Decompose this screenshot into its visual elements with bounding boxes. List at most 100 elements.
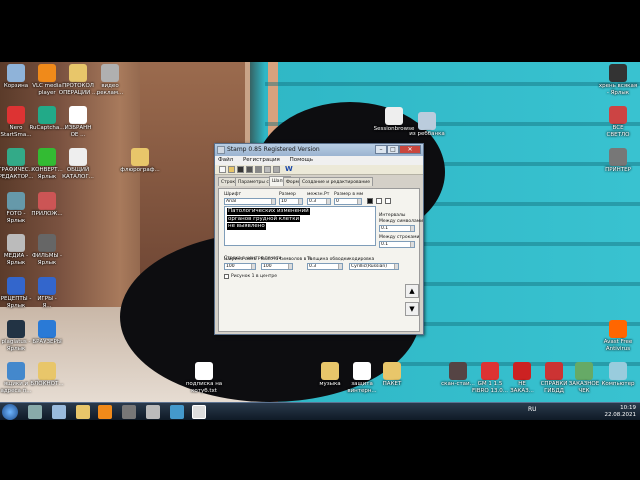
text-lines-box[interactable]: Патологических изменений органов грудной…	[224, 206, 376, 246]
language-indicator[interactable]: RU	[528, 406, 537, 413]
globe-icon	[38, 320, 56, 338]
char-width-label: Ширина симв.	[224, 257, 258, 262]
desktop-shortcut[interactable]: подписка на котуб.txt	[182, 362, 226, 395]
size-stepper[interactable]: 10	[279, 198, 303, 205]
taskbar-app-icon[interactable]	[146, 405, 160, 419]
maximize-button[interactable]: □	[387, 145, 399, 154]
desktop-shortcut[interactable]: Avast Free Antivirus	[596, 320, 640, 353]
between-lines-stepper[interactable]: 0.1	[379, 241, 415, 248]
desktop-shortcut[interactable]: ПАКЕТ	[370, 362, 414, 388]
app-icon	[217, 146, 225, 154]
minimize-button[interactable]: –	[375, 145, 387, 154]
save-icon[interactable]	[237, 166, 244, 173]
desktop-shortcut-label: подписка на котуб.txt	[185, 381, 223, 394]
text-line-1: Патологических изменений	[227, 208, 310, 215]
tab-strip: Строка Параметры строк Шапка Форма Созда…	[215, 176, 423, 186]
desktop-shortcut-label: ВСЕ СВЕТЛО	[606, 125, 630, 138]
text-icon	[7, 320, 25, 338]
folder-icon	[383, 362, 401, 380]
taskbar-app-icon[interactable]	[28, 405, 42, 419]
tab-create-edit[interactable]: Создание и редактирование	[299, 177, 373, 186]
taskbar-app-icon[interactable]	[170, 405, 184, 419]
between-chars-value: 0.1	[381, 226, 389, 231]
desktop-shortcut[interactable]: хрень всякая - Ярлык	[596, 64, 640, 97]
window-title: Stamp 0.85 Registered Version	[227, 146, 320, 153]
desktop-shortcut[interactable]: ОБЩИЙ КАТАЛОГ...	[56, 148, 100, 181]
between-lines-label: Между строками	[379, 235, 420, 240]
desktop-shortcut[interactable]: ЗАКАЗНОЕ ЧЕК	[562, 362, 606, 395]
color-icon[interactable]	[385, 198, 391, 204]
chevron-down-icon	[271, 199, 275, 204]
menu-help[interactable]: Помощь	[290, 157, 313, 163]
arrow-down-button[interactable]: ▼	[405, 302, 419, 316]
system-tray[interactable]: 10:19 22.08.2021	[605, 405, 637, 419]
outline-stepper[interactable]: 0.3	[307, 263, 343, 270]
outline-value: 0.3	[309, 264, 317, 269]
folder-icon	[38, 362, 56, 380]
taskbar-explorer-icon[interactable]	[76, 405, 90, 419]
pen-icon[interactable]	[376, 198, 382, 204]
bold-icon[interactable]	[367, 198, 373, 204]
spin-icon	[326, 199, 330, 204]
desktop-shortcut[interactable]: ИЗБРАНН ОЕ ...	[56, 106, 100, 139]
font-select[interactable]: Arial	[224, 198, 276, 205]
film-icon	[38, 234, 56, 252]
encoding-label: кодировка	[349, 257, 375, 262]
menu-registration[interactable]: Регистрация	[243, 157, 280, 163]
desktop-shortcut-label: видео реклам...	[96, 83, 124, 96]
word-icon[interactable]: W	[285, 165, 293, 173]
settings-icon[interactable]	[264, 166, 271, 173]
rucaptcha-icon	[38, 106, 56, 124]
arrow-up-button[interactable]: ▲	[405, 284, 419, 298]
open-icon[interactable]	[228, 166, 235, 173]
between-chars-label: Между символами	[379, 219, 424, 224]
desktop-shortcut[interactable]: ФИЛЬМЫ - Ярлык	[25, 234, 69, 267]
taskbar-app-icon[interactable]	[122, 405, 136, 419]
center-pic-checkbox[interactable]	[224, 274, 229, 279]
menu-file[interactable]: Файл	[218, 157, 233, 163]
char-height-label: Высота символов в %	[261, 257, 312, 262]
close-button[interactable]: ✕	[399, 145, 421, 154]
person-icon	[609, 106, 627, 124]
char-width-stepper[interactable]: 100	[224, 263, 256, 270]
document-icon	[385, 107, 403, 125]
desktop-shortcut[interactable]: БЛОКНОТ...	[25, 362, 69, 388]
folder-icon	[131, 148, 149, 166]
spacing-stepper[interactable]: 0.3	[307, 198, 331, 205]
taskbar-app-icon[interactable]	[52, 405, 66, 419]
desktop-shortcut[interactable]: ИГРЫ - Я...	[25, 277, 69, 310]
title-bar[interactable]: Stamp 0.85 Registered Version – □ ✕	[215, 144, 423, 156]
desktop-shortcut[interactable]: флюрограф...	[118, 148, 162, 174]
taskbar-stamp-icon[interactable]	[192, 405, 206, 419]
image-icon[interactable]	[273, 166, 280, 173]
font-label: Шрифт	[224, 192, 242, 197]
spin-icon	[410, 242, 414, 247]
encoding-select[interactable]: Cyrillic(Russian)	[349, 263, 399, 270]
document-icon	[69, 106, 87, 124]
vlc-icon	[38, 64, 56, 82]
preview-icon[interactable]	[255, 166, 262, 173]
desktop-shortcut[interactable]: ПРИНТЕР	[596, 148, 640, 174]
desktop-shortcut[interactable]: видео реклам...	[88, 64, 132, 97]
desktop-shortcut[interactable]: из реббанка	[405, 112, 449, 138]
encoding-value: Cyrillic(Russian)	[351, 264, 387, 269]
desktop-shortcut[interactable]: БРАУЗЕРЫ	[25, 320, 69, 346]
stamp-window: Stamp 0.85 Registered Version – □ ✕ Файл…	[214, 143, 424, 335]
new-icon[interactable]	[219, 166, 226, 173]
between-chars-stepper[interactable]: 0.1	[379, 225, 415, 232]
print-icon[interactable]	[246, 166, 253, 173]
start-button[interactable]	[2, 404, 18, 420]
size-label: Размер	[279, 192, 296, 197]
desktop-shortcut[interactable]: ПРИЛОЖ...	[25, 192, 69, 218]
app-icon	[545, 362, 563, 380]
document-icon	[69, 148, 87, 166]
converter-icon	[38, 148, 56, 166]
taskbar-media-icon[interactable]	[98, 405, 112, 419]
frame-size-stepper[interactable]: 0	[334, 198, 362, 205]
desktop-shortcut[interactable]: ВСЕ СВЕТЛО	[596, 106, 640, 139]
chevron-down-icon	[394, 264, 398, 269]
desktop-shortcut-label: флюрограф...	[120, 167, 160, 173]
taskbar: 10:19 22.08.2021	[0, 402, 640, 420]
char-height-stepper[interactable]: 100	[261, 263, 293, 270]
desktop-shortcut-label: ОБЩИЙ КАТАЛОГ...	[62, 167, 94, 180]
